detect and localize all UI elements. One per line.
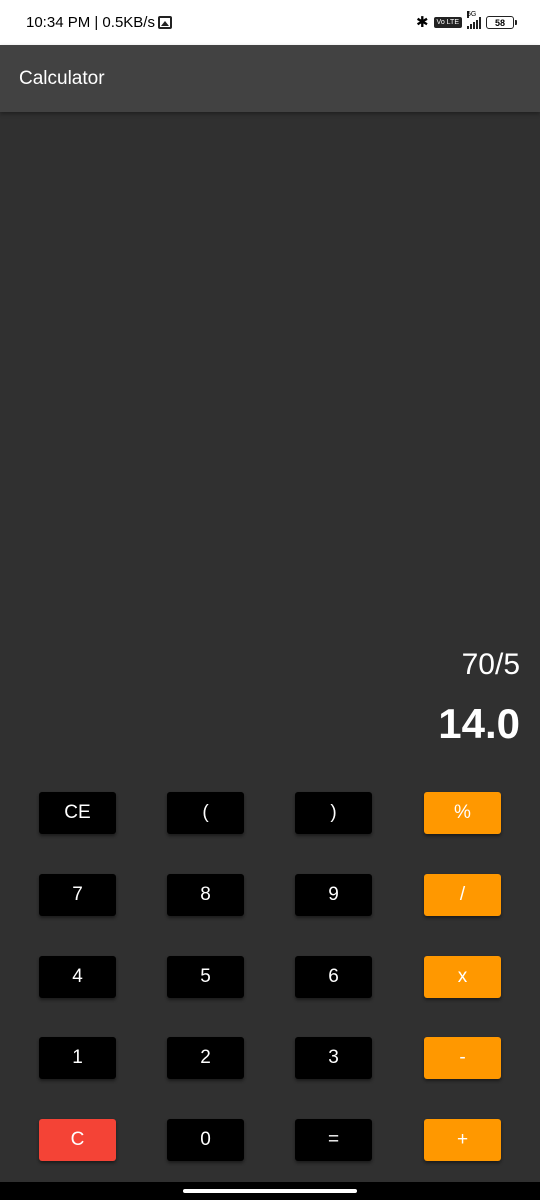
equals-button[interactable]: = — [295, 1119, 372, 1161]
clear-button[interactable]: C — [39, 1119, 116, 1161]
status-right: ✱ Vo LTE 5G 58 — [415, 10, 517, 31]
subtract-button[interactable]: - — [424, 1037, 501, 1079]
digit-1-button[interactable]: 1 — [39, 1037, 116, 1079]
battery-level: 58 — [494, 17, 505, 28]
app-title: Calculator — [19, 67, 105, 89]
network-type-label: 5G — [467, 10, 477, 18]
add-button[interactable]: + — [424, 1119, 501, 1161]
percent-button[interactable]: % — [424, 792, 501, 834]
image-notification-icon — [157, 16, 172, 29]
calculator-screen: 10:34 PM | 0.5KB/s ✱ Vo LTE 5G 58 Calcul… — [0, 0, 540, 1200]
digit-4-button[interactable]: 4 — [39, 956, 116, 998]
status-time: 10:34 PM | 0.5KB/s — [26, 14, 155, 31]
digit-2-button[interactable]: 2 — [167, 1037, 244, 1079]
open-paren-button[interactable]: ( — [167, 792, 244, 834]
multiply-button[interactable]: x — [424, 956, 501, 998]
digit-8-button[interactable]: 8 — [167, 874, 244, 916]
volte-icon: Vo LTE — [433, 17, 462, 28]
digit-3-button[interactable]: 3 — [295, 1037, 372, 1079]
digit-6-button[interactable]: 6 — [295, 956, 372, 998]
digit-5-button[interactable]: 5 — [167, 956, 244, 998]
digit-0-button[interactable]: 0 — [167, 1119, 244, 1161]
navigation-bar — [0, 1182, 540, 1200]
clear-entry-button[interactable]: CE — [39, 792, 116, 834]
close-paren-button[interactable]: ) — [295, 792, 372, 834]
battery-icon: 58 — [486, 16, 517, 29]
status-left: 10:34 PM | 0.5KB/s — [26, 14, 172, 31]
signal-icon: 5G — [467, 10, 481, 29]
divide-button[interactable]: / — [424, 874, 501, 916]
home-gesture-handle[interactable] — [183, 1189, 357, 1193]
expression-display: 70/5 — [461, 648, 520, 681]
app-bar: Calculator — [0, 45, 540, 112]
status-bar: 10:34 PM | 0.5KB/s ✱ Vo LTE 5G 58 — [0, 0, 540, 45]
digit-9-button[interactable]: 9 — [295, 874, 372, 916]
result-display: 14.0 — [438, 700, 520, 747]
bluetooth-icon: ✱ — [415, 14, 429, 31]
digit-7-button[interactable]: 7 — [39, 874, 116, 916]
